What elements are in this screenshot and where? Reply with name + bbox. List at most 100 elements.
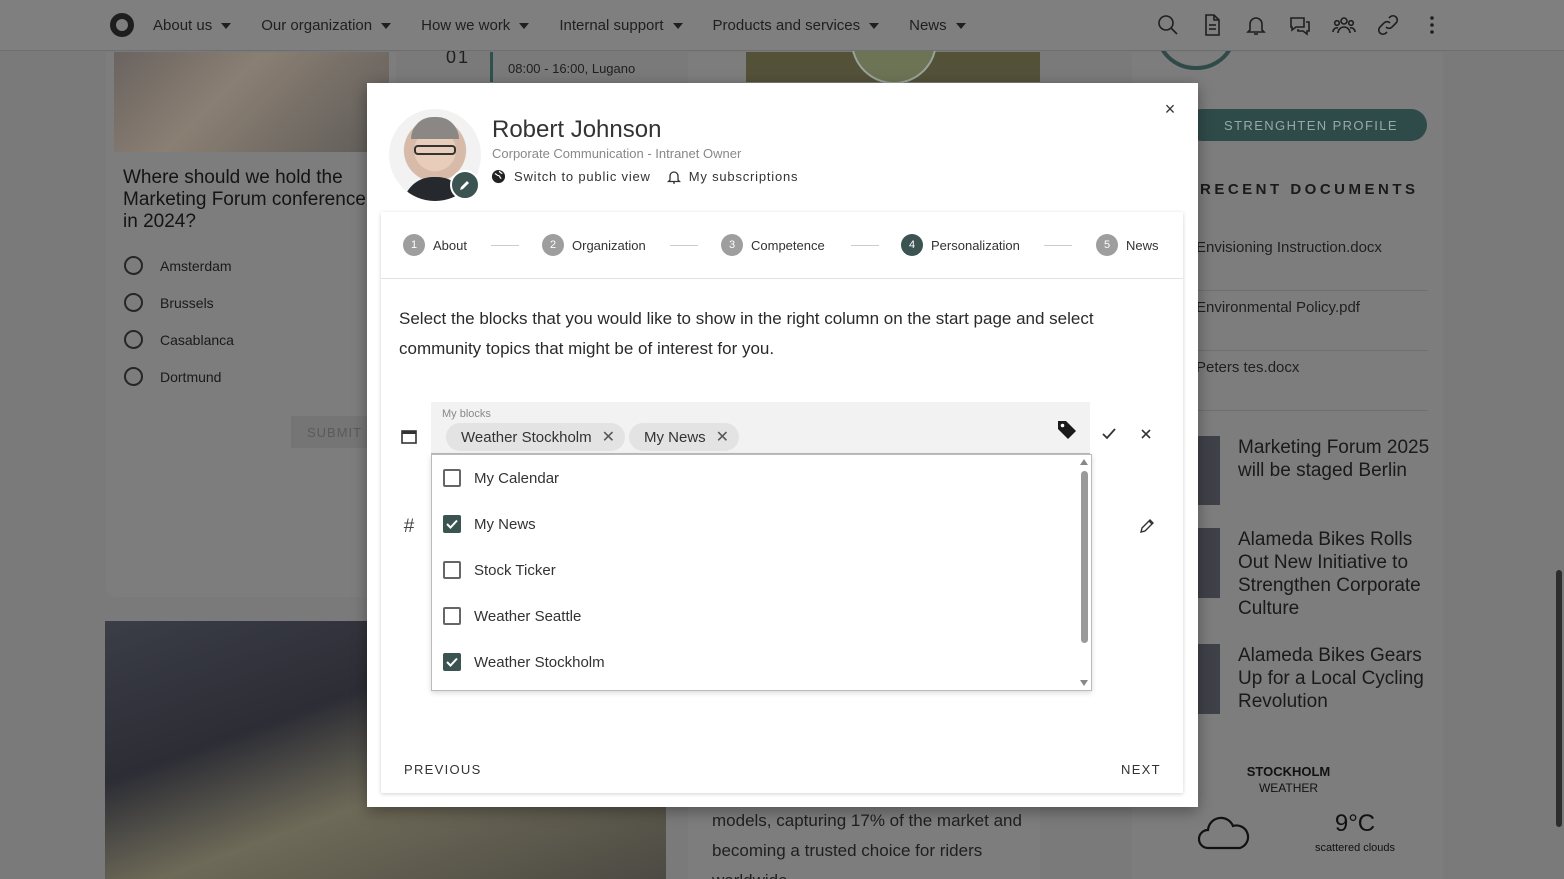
poll-option-brussels[interactable]: Brussels: [124, 293, 214, 312]
checkbox[interactable]: [443, 607, 461, 625]
weather-label: WEATHER: [1258, 781, 1319, 795]
nav-label: News: [909, 17, 947, 34]
step-personalization[interactable]: 4 Personalization: [901, 234, 1020, 256]
document-link[interactable]: Environmental Policy.pdf: [1196, 291, 1428, 351]
bell-icon[interactable]: [1242, 11, 1270, 39]
my-subscriptions-link[interactable]: My subscriptions: [666, 169, 799, 184]
poll-option-dortmund[interactable]: Dortmund: [124, 367, 221, 386]
chat-icon[interactable]: [1286, 11, 1314, 39]
nav-products-and-services[interactable]: Products and services: [713, 17, 880, 34]
step-label: Personalization: [931, 237, 1020, 253]
option-stock-ticker[interactable]: Stock Ticker: [432, 547, 1077, 593]
wizard-card: 1 About 2 Organization 3 Competence 4 Person…: [381, 212, 1183, 793]
poll-question: Where should we hold the Marketing Forum…: [123, 167, 366, 232]
search-icon[interactable]: [1154, 11, 1182, 39]
more-icon[interactable]: [1418, 11, 1446, 39]
nav-news[interactable]: News: [909, 17, 966, 34]
step-number: 4: [901, 234, 923, 256]
switch-public-view-link[interactable]: Switch to public view: [491, 169, 651, 184]
news-excerpt: models, capturing 17% of the market and …: [712, 811, 1022, 879]
user-name: Robert Johnson: [492, 116, 662, 143]
avatar-glasses: [414, 145, 456, 155]
people-icon[interactable]: [1330, 11, 1358, 39]
option-label: Casablanca: [160, 331, 234, 348]
news-thumbnail: [1197, 644, 1220, 714]
step-news[interactable]: 5 News: [1096, 234, 1159, 256]
strengthen-profile-button[interactable]: STRENGHTEN PROFILE: [1186, 109, 1427, 141]
caret-down-icon: [381, 22, 392, 29]
step-connector: [670, 245, 698, 246]
blocks-dropdown: My Calendar My News Stock Ticker Weather…: [431, 454, 1092, 691]
radio-button[interactable]: [124, 330, 143, 349]
check-icon[interactable]: [1101, 427, 1117, 446]
dropdown-scrollbar[interactable]: [1077, 455, 1092, 690]
news-title[interactable]: Alameda Bikes Rolls Out New Initiative t…: [1238, 528, 1433, 620]
step-organization[interactable]: 2 Organization: [542, 234, 646, 256]
document-link[interactable]: Envisioning Instruction.docx: [1196, 231, 1428, 291]
checkbox[interactable]: [443, 653, 461, 671]
option-my-calendar[interactable]: My Calendar: [432, 455, 1077, 501]
page-scrollbar[interactable]: [1556, 570, 1562, 827]
radio-button[interactable]: [124, 256, 143, 275]
event-time: 08:00 - 16:00, Lugano: [508, 61, 636, 76]
chip-label: Weather Stockholm: [461, 428, 592, 446]
nav-internal-support[interactable]: Internal support: [559, 17, 683, 34]
radio-button[interactable]: [124, 367, 143, 386]
scroll-up-icon[interactable]: [1080, 459, 1088, 465]
step-label: About: [433, 237, 467, 253]
edit-avatar-button[interactable]: [450, 170, 480, 200]
recent-documents-heading: RECENT DOCUMENTS: [1200, 181, 1419, 198]
caret-down-icon: [955, 22, 966, 29]
link-icon[interactable]: [1374, 11, 1402, 39]
step-competence[interactable]: 3 Competence: [721, 234, 825, 256]
link-label: Switch to public view: [514, 169, 651, 184]
nav-how-we-work[interactable]: How we work: [421, 17, 530, 34]
option-weather-stockholm[interactable]: Weather Stockholm: [432, 639, 1077, 685]
checkmark-icon: [446, 657, 458, 667]
nav-label: Our organization: [261, 17, 373, 34]
option-weather-seattle[interactable]: Weather Seattle: [432, 593, 1077, 639]
remove-chip-icon[interactable]: ✕: [602, 427, 615, 447]
close-icon[interactable]: ×: [1160, 99, 1180, 119]
step-about[interactable]: 1 About: [403, 234, 467, 256]
poll-option-amsterdam[interactable]: Amsterdam: [124, 256, 232, 275]
document-link[interactable]: Peters tes.docx: [1196, 351, 1428, 411]
previous-button[interactable]: PREVIOUS: [404, 762, 482, 777]
checkbox[interactable]: [443, 561, 461, 579]
avatar-hair: [411, 117, 459, 139]
scroll-thumb[interactable]: [1081, 471, 1088, 643]
radio-button[interactable]: [124, 293, 143, 312]
caret-down-icon: [672, 22, 683, 29]
weather-temperature: 9°C: [1334, 810, 1376, 837]
news-thumbnail: [1197, 436, 1220, 505]
remove-chip-icon[interactable]: ✕: [716, 427, 729, 447]
news-title[interactable]: Marketing Forum 2025 will be staged Berl…: [1238, 436, 1433, 482]
main-menu: About us Our organization How we work In…: [153, 0, 996, 51]
option-label: Stock Ticker: [474, 561, 556, 579]
nav-label: How we work: [421, 17, 511, 34]
tag-icon[interactable]: [1056, 419, 1078, 446]
step-label: Competence: [751, 237, 825, 253]
link-label: My subscriptions: [688, 169, 799, 184]
next-button[interactable]: NEXT: [1121, 762, 1161, 777]
poll-option-casablanca[interactable]: Casablanca: [124, 330, 234, 349]
my-blocks-select[interactable]: My blocks Weather Stockholm ✕ My News ✕: [431, 402, 1090, 454]
checkbox[interactable]: [443, 515, 461, 533]
document-icon[interactable]: [1198, 11, 1226, 39]
top-navigation: About us Our organization How we work In…: [0, 0, 1564, 51]
option-label: Weather Seattle: [474, 607, 582, 625]
wizard-stepper: 1 About 2 Organization 3 Competence 4 Person…: [381, 212, 1183, 279]
scroll-down-icon[interactable]: [1080, 680, 1088, 686]
checkmark-icon: [446, 519, 458, 529]
pencil-icon[interactable]: [1138, 517, 1156, 540]
close-icon[interactable]: [1139, 427, 1153, 446]
checkbox[interactable]: [443, 469, 461, 487]
logo-icon[interactable]: [110, 13, 134, 37]
nav-icon-bar: [1154, 11, 1462, 39]
nav-about-us[interactable]: About us: [153, 17, 232, 34]
news-title[interactable]: Alameda Bikes Gears Up for a Local Cycli…: [1238, 644, 1433, 713]
option-my-news[interactable]: My News: [432, 501, 1077, 547]
nav-label: Internal support: [559, 17, 664, 34]
step-connector: [851, 245, 879, 246]
nav-our-organization[interactable]: Our organization: [261, 17, 392, 34]
